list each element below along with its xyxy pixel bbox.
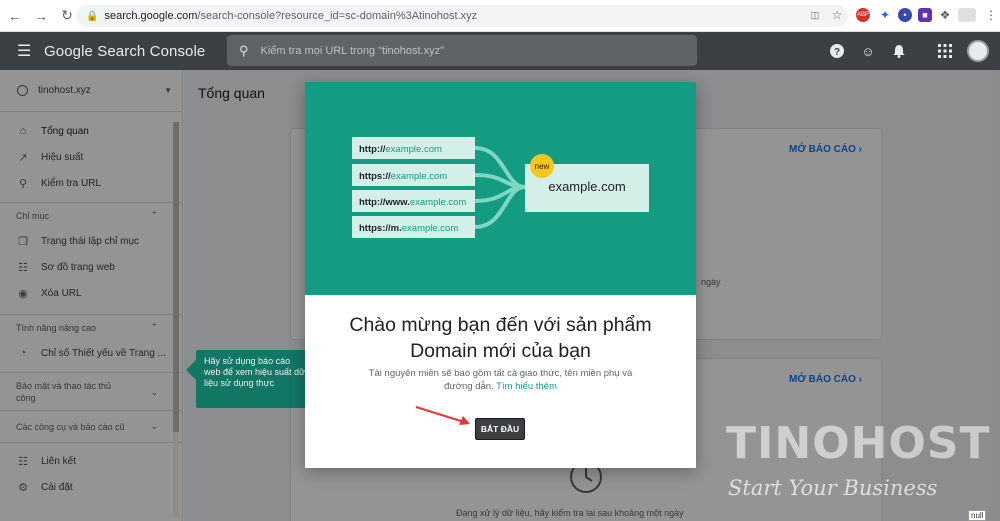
url-label: http://example.com (359, 144, 442, 155)
adblock-icon[interactable]: ABP (856, 8, 870, 22)
null-label: null (968, 510, 987, 521)
star-icon[interactable]: ☆ (830, 8, 844, 22)
extension-ip-icon[interactable]: • (898, 8, 912, 22)
annotation-arrow (415, 406, 470, 425)
welcome-dialog: http://example.com https://example.com h… (305, 82, 696, 468)
dialog-illustration: http://example.com https://example.com h… (305, 82, 696, 295)
tooltip-text: Hãy sử dụng báo cáo web để xem hiệu suất… (204, 356, 306, 388)
domain-diagram: http://example.com https://example.com h… (352, 137, 649, 238)
dialog-title-line1: Chào mừng bạn đến với sản phẩm (349, 314, 652, 336)
app-title: Google Search Console (44, 42, 206, 60)
notifications-icon[interactable] (890, 42, 908, 60)
hamburger-icon[interactable]: ☰ (17, 41, 33, 61)
start-button[interactable]: BẮT ĐẦU (475, 418, 525, 440)
forward-icon[interactable]: → (30, 5, 52, 27)
new-badge-label: new (535, 162, 550, 171)
dialog-title: Chào mừng bạn đến với sản phẩm Domain mớ… (305, 312, 696, 364)
url-label: http://www.example.com (359, 197, 466, 208)
translate-icon[interactable]: ◫ (808, 8, 822, 22)
dialog-description: Tài nguyên miền sẽ bao gồm tất cả giao t… (365, 367, 636, 393)
learn-more-link[interactable]: Tìm hiểu thêm (496, 381, 557, 392)
manage-users-icon[interactable]: ☺ (859, 42, 877, 60)
profile-icon[interactable] (958, 8, 976, 22)
reload-icon[interactable]: ↻ (56, 5, 78, 27)
url-label: https://m.example.com (359, 223, 458, 234)
back-icon[interactable]: ← (4, 5, 26, 27)
address-bar[interactable]: 🔒 search.google.com/search-console?resou… (76, 5, 848, 27)
tooltip: Hãy sử dụng báo cáo web để xem hiệu suất… (186, 350, 314, 408)
svg-text:?: ? (834, 47, 840, 58)
extension-bolt-icon[interactable]: ✦ (878, 8, 892, 22)
puzzle-icon[interactable]: ❖ (938, 8, 952, 22)
watermark-logo: TINOHOST (726, 418, 991, 469)
account-avatar[interactable] (967, 40, 989, 62)
help-icon[interactable]: ? (828, 42, 846, 60)
apps-grid-icon[interactable] (936, 42, 954, 60)
url-path: /search-console?resource_id=sc-domain%3A… (197, 10, 478, 22)
watermark-tagline: Start Your Business (728, 476, 938, 500)
extension-doc-icon[interactable]: ■ (918, 8, 932, 22)
url-host: search.google.com (104, 10, 198, 22)
search-input[interactable] (260, 44, 661, 57)
more-vert-icon[interactable]: ⋮ (984, 8, 998, 22)
browser-toolbar: ← → ↻ 🔒 search.google.com/search-console… (0, 0, 1000, 32)
url-label: https://example.com (359, 171, 447, 182)
app-header: ☰ Google Search Console ⚲ ? ☺ (0, 32, 1000, 70)
url-inspect-search[interactable]: ⚲ (227, 35, 697, 66)
dialog-title-line2: Domain mới của bạn (410, 340, 591, 362)
search-icon: ⚲ (239, 42, 249, 58)
domain-label: example.com (548, 179, 625, 194)
lock-icon: 🔒 (86, 10, 99, 22)
